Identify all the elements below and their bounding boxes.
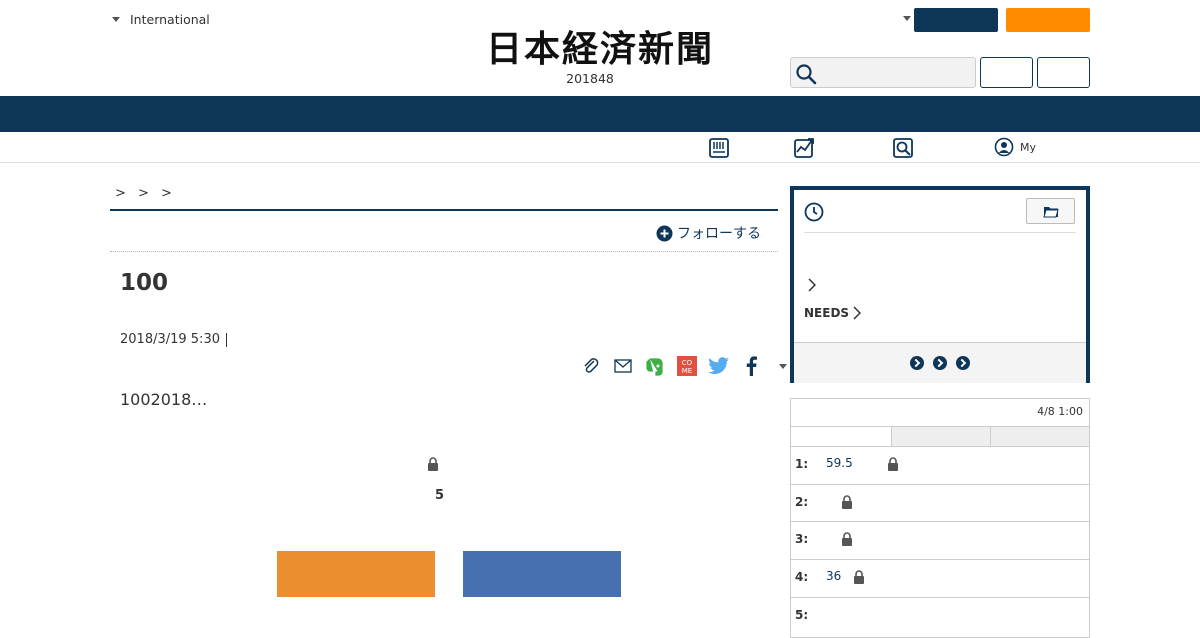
rank-number: 2: bbox=[795, 495, 809, 509]
edition-link[interactable]: International bbox=[130, 12, 210, 27]
arrow-circle-icon[interactable] bbox=[933, 356, 947, 370]
login-button[interactable] bbox=[914, 8, 998, 32]
caret-down-icon bbox=[112, 17, 120, 22]
my-nikkei-link[interactable]: My bbox=[994, 137, 1036, 157]
lock-icon bbox=[841, 531, 853, 550]
ranking-tab-1[interactable] bbox=[791, 427, 891, 447]
article-title: 100 bbox=[120, 270, 169, 296]
site-header: International 日本経済新聞 201848 bbox=[0, 0, 1200, 96]
account-caret-icon[interactable] bbox=[903, 16, 911, 21]
lock-icon bbox=[853, 569, 865, 588]
arrow-circle-icon[interactable] bbox=[956, 356, 970, 370]
rank-number: 3: bbox=[795, 532, 809, 546]
main-navigation-bar bbox=[0, 96, 1200, 132]
chevron-right-icon bbox=[853, 306, 862, 320]
edition-number: 201848 bbox=[566, 71, 614, 86]
article-lead: 1002018… bbox=[120, 390, 208, 409]
arrow-circle-icon[interactable] bbox=[910, 356, 924, 370]
saved-folder-button[interactable] bbox=[1026, 198, 1075, 224]
chevron-right-icon[interactable] bbox=[808, 277, 817, 296]
svg-text:日本経済新聞: 日本経済新聞 bbox=[486, 28, 714, 68]
search-option-button-2[interactable] bbox=[1037, 57, 1090, 88]
evernote-icon[interactable] bbox=[644, 355, 666, 377]
rank-headline[interactable]: 36 bbox=[826, 569, 841, 583]
rank-number: 4: bbox=[795, 570, 809, 584]
newspaper-icon[interactable] bbox=[708, 137, 730, 163]
ranking-row[interactable]: 1: 59.5 bbox=[791, 446, 1089, 484]
ranking-tabs bbox=[791, 426, 1089, 447]
rank-number: 1: bbox=[795, 457, 809, 471]
needs-label: NEEDS bbox=[804, 306, 850, 320]
rank-number: 5: bbox=[795, 608, 809, 622]
signup-cta-button[interactable] bbox=[463, 551, 621, 597]
my-label: My bbox=[1020, 140, 1037, 154]
subscribe-button[interactable] bbox=[1006, 8, 1090, 32]
user-icon bbox=[994, 137, 1014, 157]
lock-icon bbox=[887, 456, 899, 475]
clock-icon bbox=[804, 202, 824, 226]
article-date: 2018/3/19 5:30 bbox=[120, 333, 227, 347]
comemo-icon[interactable]: CO ME bbox=[676, 355, 698, 377]
mail-icon[interactable] bbox=[612, 355, 634, 377]
breadcrumb[interactable]: > > > bbox=[115, 186, 172, 201]
remaining-articles-count: 5 bbox=[435, 488, 445, 503]
follow-label: フォローする bbox=[677, 226, 761, 242]
edition-selector[interactable]: International bbox=[112, 12, 210, 27]
ranking-tab-2[interactable] bbox=[891, 427, 990, 447]
clip-icon[interactable] bbox=[580, 355, 602, 377]
plus-circle-icon bbox=[656, 225, 673, 241]
search-icon bbox=[796, 64, 817, 85]
ranking-box: 4/8 1:00 1: 59.5 2: 3: 4: 36 5: bbox=[790, 398, 1090, 638]
lock-icon bbox=[427, 456, 439, 475]
facebook-icon[interactable] bbox=[740, 355, 762, 377]
breadcrumb-divider bbox=[110, 209, 778, 211]
svg-text:ME: ME bbox=[682, 367, 692, 375]
follow-button[interactable]: フォローする bbox=[656, 223, 761, 243]
svg-text:CO: CO bbox=[682, 359, 693, 367]
follow-divider bbox=[110, 251, 778, 252]
twitter-icon[interactable] bbox=[708, 355, 730, 377]
history-divider bbox=[804, 232, 1076, 233]
login-cta-button[interactable] bbox=[277, 551, 435, 597]
search-square-icon[interactable] bbox=[892, 137, 914, 163]
ranking-row[interactable]: 3: bbox=[791, 521, 1089, 559]
search-option-button-1[interactable] bbox=[980, 57, 1033, 88]
sub-navigation: My bbox=[0, 132, 1200, 163]
search-input[interactable] bbox=[790, 57, 976, 88]
lock-icon bbox=[841, 494, 853, 513]
history-box: NEEDS bbox=[790, 186, 1090, 383]
rank-headline[interactable]: 59.5 bbox=[826, 456, 853, 470]
folder-icon bbox=[1042, 206, 1059, 217]
ranking-updated: 4/8 1:00 bbox=[1037, 405, 1083, 418]
history-box-footer bbox=[794, 342, 1086, 383]
ranking-row[interactable]: 2: bbox=[791, 484, 1089, 522]
nikkei-logo[interactable]: 日本経済新聞 bbox=[450, 26, 750, 70]
market-chart-icon[interactable] bbox=[793, 137, 815, 163]
ranking-row[interactable]: 5: bbox=[791, 597, 1089, 635]
share-bar: CO ME bbox=[580, 353, 794, 379]
needs-link[interactable]: NEEDS bbox=[804, 306, 862, 320]
ranking-row[interactable]: 4: 36 bbox=[791, 559, 1089, 597]
ranking-tab-3[interactable] bbox=[990, 427, 1089, 447]
